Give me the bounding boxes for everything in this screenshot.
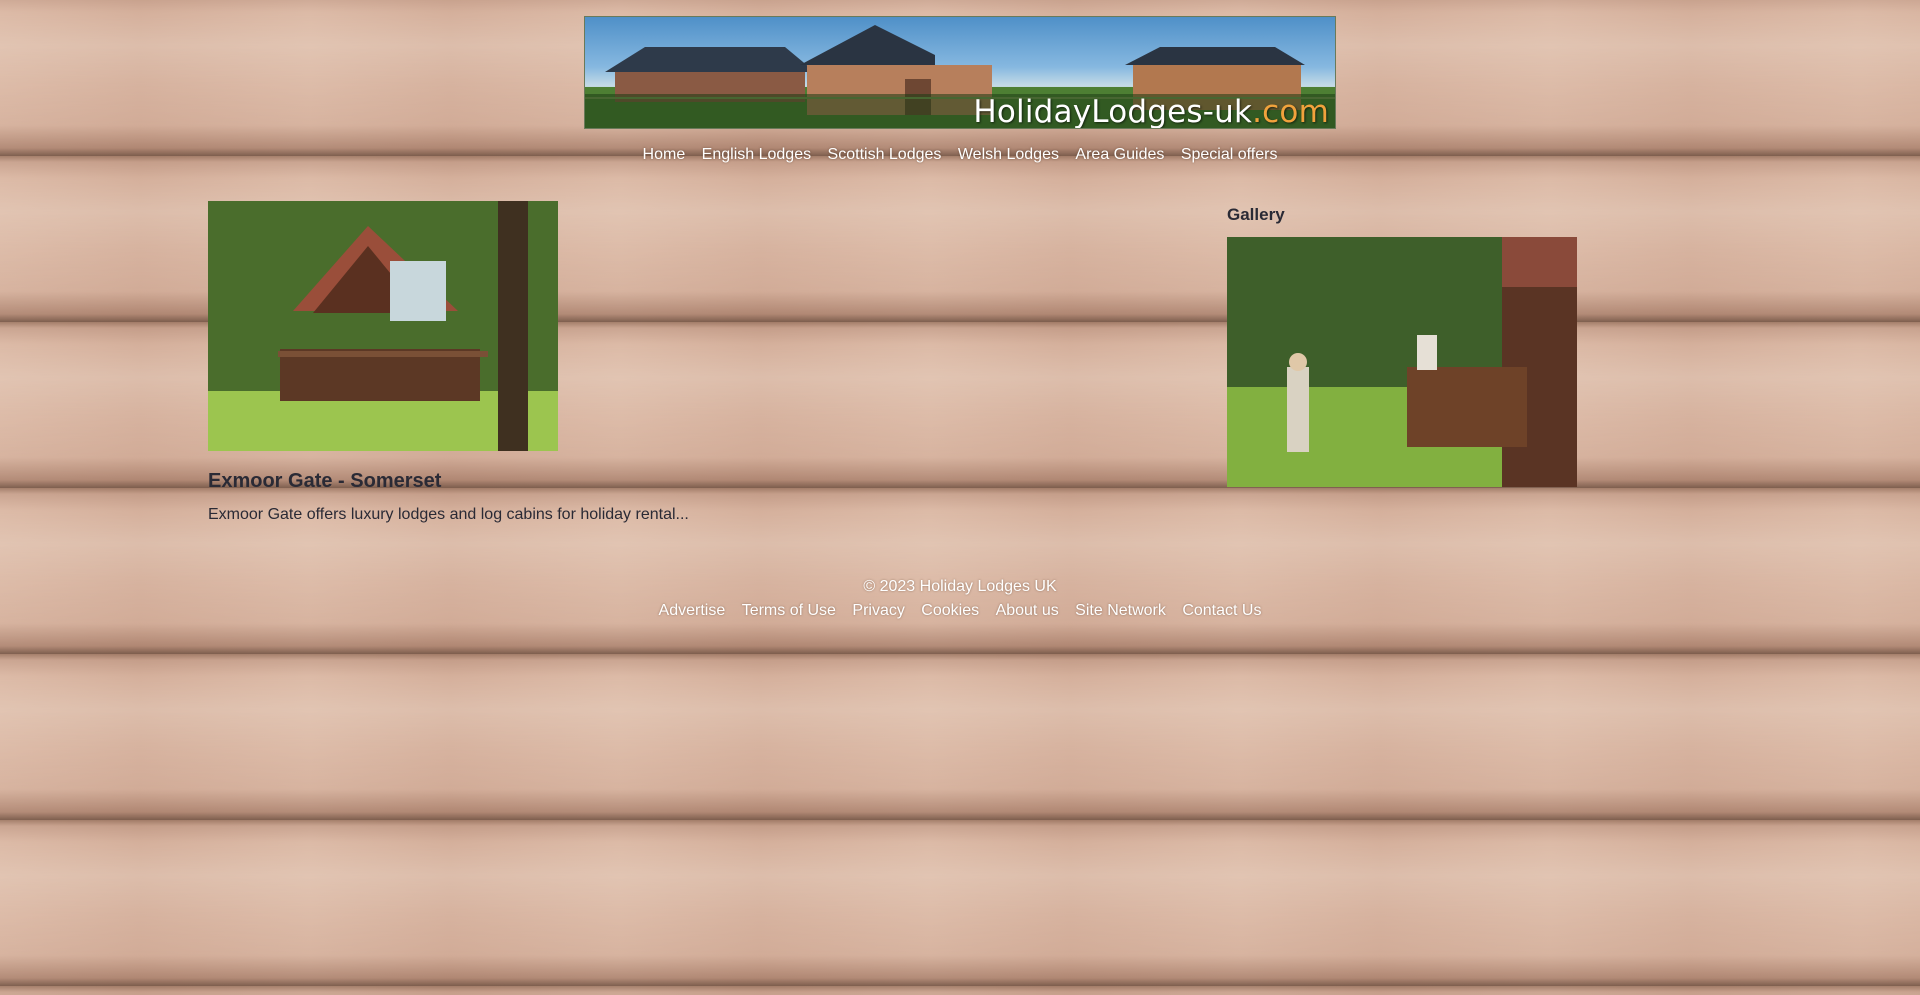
main-navigation: Home English Lodges Scottish Lodges Wels…: [0, 146, 1920, 164]
nav-welsh-lodges[interactable]: Welsh Lodges: [958, 146, 1059, 163]
footer-link-terms[interactable]: Terms of Use: [742, 602, 836, 619]
copyright-notice: © 2023 Holiday Lodges UK: [863, 578, 1057, 595]
nav-area-guides[interactable]: Area Guides: [1075, 146, 1164, 163]
footer-link-advertise[interactable]: Advertise: [659, 602, 726, 619]
site-banner[interactable]: HolidayLodges-uk.com: [584, 16, 1336, 129]
nav-english-lodges[interactable]: English Lodges: [702, 146, 811, 163]
footer-link-site-network[interactable]: Site Network: [1075, 602, 1166, 619]
footer-link-about-us[interactable]: About us: [996, 602, 1059, 619]
logo-tld: .com: [1252, 94, 1329, 129]
lodge-photo-illustration: [208, 201, 558, 451]
article-summary: Exmoor Gate offers luxury lodges and log…: [208, 506, 689, 523]
footer-navigation: Advertise Terms of Use Privacy Cookies A…: [0, 602, 1920, 620]
article-photo[interactable]: [208, 201, 558, 451]
footer-link-privacy[interactable]: Privacy: [852, 602, 904, 619]
footer-link-cookies[interactable]: Cookies: [921, 602, 979, 619]
nav-special-offers[interactable]: Special offers: [1181, 146, 1278, 163]
gallery-photo[interactable]: [1227, 237, 1577, 487]
gallery-heading: Gallery: [1227, 205, 1285, 224]
site-logo-text: HolidayLodges-uk.com: [973, 94, 1329, 128]
article-title[interactable]: Exmoor Gate - Somerset: [208, 470, 441, 493]
logo-name: HolidayLodges-uk: [973, 94, 1253, 129]
footer-link-contact-us[interactable]: Contact Us: [1182, 602, 1261, 619]
nav-home[interactable]: Home: [643, 146, 686, 163]
nav-scottish-lodges[interactable]: Scottish Lodges: [828, 146, 942, 163]
gallery-photo-illustration: [1227, 237, 1577, 487]
